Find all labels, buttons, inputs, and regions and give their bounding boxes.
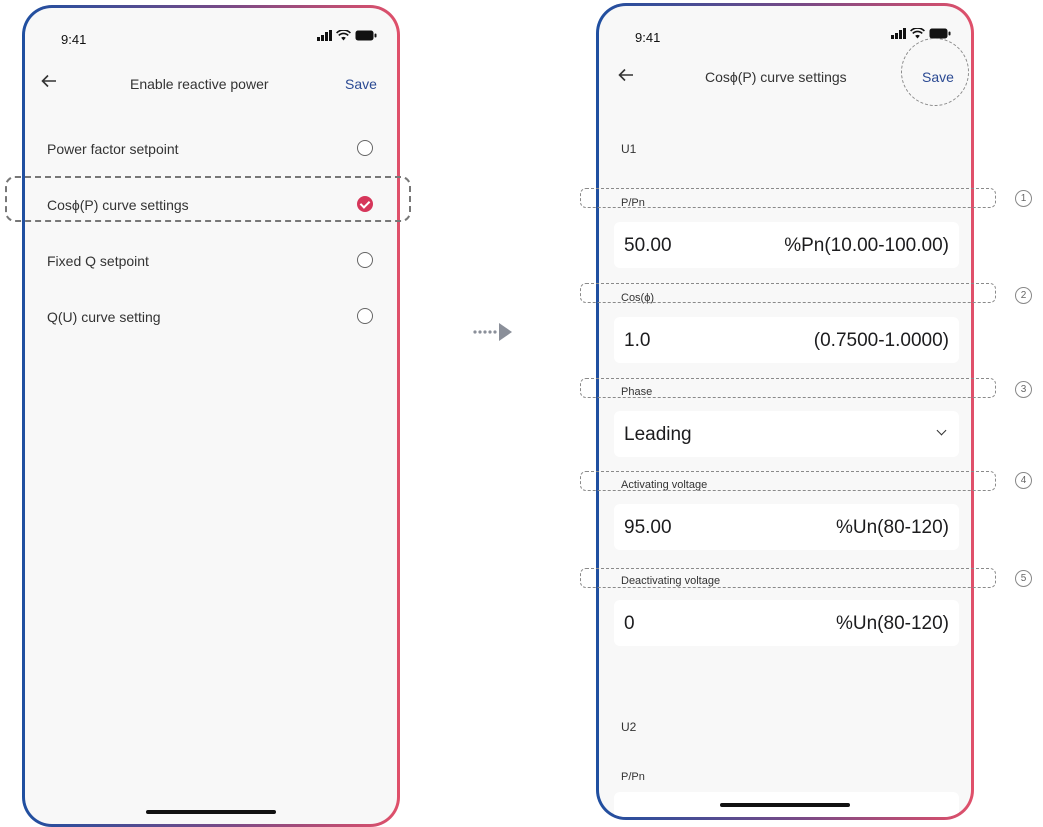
highlight-field-label (580, 568, 996, 588)
option-label: Fixed Q setpoint (47, 253, 149, 269)
callout-number: 2 (1015, 287, 1032, 304)
highlight-field-label (580, 283, 996, 303)
field-range: %Un(80-120) (836, 613, 949, 634)
field-range: %Un(80-120) (836, 517, 949, 538)
field-value: 1.0 (624, 330, 651, 351)
status-time: 9:41 (635, 30, 661, 45)
field-range: %Pn(10.00-100.00) (784, 235, 949, 256)
page-title: Enable reactive power (130, 76, 269, 92)
back-button[interactable] (41, 72, 57, 93)
highlight-save-button (901, 38, 969, 106)
cos-phi-input[interactable]: 1.0 (0.7500-1.0000) (614, 317, 959, 363)
option-qu-curve-setting[interactable]: Q(U) curve setting (25, 297, 397, 337)
option-power-factor-setpoint[interactable]: Power factor setpoint (25, 129, 397, 169)
battery-icon (355, 30, 377, 41)
field-value: Leading (624, 424, 692, 445)
screen-left: 9:41 Enable reactive power Save Power fa… (25, 8, 397, 824)
screen-right: 9:41 Cosϕ(P) curve settings Save U1 P/Pn… (599, 6, 971, 817)
highlight-field-label (580, 378, 996, 398)
field-label-u2-p-pn: P/Pn (621, 771, 645, 783)
cellular-signal-icon (891, 28, 906, 39)
chevron-down-icon (936, 425, 947, 436)
save-button[interactable]: Save (345, 76, 377, 92)
section-u1-label: U1 (621, 142, 637, 156)
radio-button[interactable] (357, 308, 373, 324)
page-title: Cosϕ(P) curve settings (705, 69, 847, 85)
highlight-field-label (580, 188, 996, 208)
back-button[interactable] (618, 66, 634, 87)
highlight-field-label (580, 471, 996, 491)
option-label: Power factor setpoint (47, 141, 179, 157)
arrow-left-icon (41, 74, 56, 88)
phone-frame-left: 9:41 Enable reactive power Save Power fa… (22, 5, 400, 827)
arrow-left-icon (618, 68, 633, 82)
deactivating-voltage-input[interactable]: 0 %Un(80-120) (614, 600, 959, 646)
field-value: 95.00 (624, 517, 672, 538)
home-indicator (146, 810, 276, 814)
status-icons (891, 28, 951, 39)
option-fixed-q-setpoint[interactable]: Fixed Q setpoint (25, 241, 397, 281)
status-time: 9:41 (61, 32, 87, 47)
highlight-selected-option (5, 176, 411, 222)
wifi-icon (910, 28, 925, 39)
cellular-signal-icon (317, 30, 332, 41)
callout-number: 5 (1015, 570, 1032, 587)
option-label: Q(U) curve setting (47, 309, 161, 325)
callout-number: 4 (1015, 472, 1032, 489)
field-value: 0 (624, 613, 635, 634)
phone-frame-right: 9:41 Cosϕ(P) curve settings Save U1 P/Pn… (596, 3, 974, 820)
callout-number: 3 (1015, 381, 1032, 398)
wifi-icon (336, 30, 351, 41)
radio-button[interactable] (357, 140, 373, 156)
flow-arrow (472, 321, 516, 343)
radio-button[interactable] (357, 252, 373, 268)
phase-select[interactable]: Leading (614, 411, 959, 457)
field-value: 50.00 (624, 235, 672, 256)
home-indicator (720, 803, 850, 807)
activating-voltage-input[interactable]: 95.00 %Un(80-120) (614, 504, 959, 550)
field-range: (0.7500-1.0000) (813, 330, 949, 351)
arrow-right-icon (473, 323, 512, 341)
p-pn-input[interactable]: 50.00 %Pn(10.00-100.00) (614, 222, 959, 268)
status-icons (317, 30, 377, 41)
section-u2-label: U2 (621, 720, 637, 734)
callout-number: 1 (1015, 190, 1032, 207)
